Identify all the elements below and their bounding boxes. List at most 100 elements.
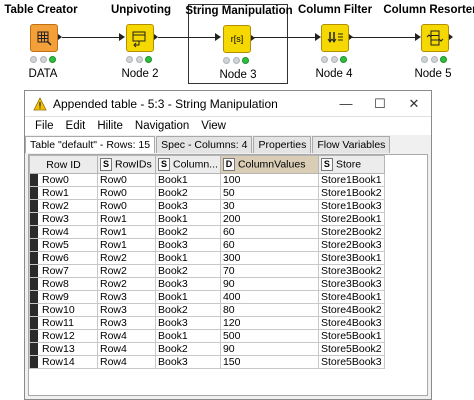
table-cell[interactable]: Row1	[97, 238, 156, 252]
close-button[interactable]: ✕	[397, 91, 431, 116]
table-cell[interactable]: Row0	[97, 199, 156, 213]
table-cell[interactable]: Store4Book3	[317, 316, 385, 330]
table-cell[interactable]: 60	[219, 225, 319, 239]
table-cell[interactable]: Store5Book3	[317, 355, 385, 369]
node-string-manipulation[interactable]: String Manipulation r[s] Node 3	[185, 4, 293, 84]
table-row[interactable]: Row11 Row3 Book3 120 Store4Book3	[29, 316, 385, 330]
node-column-resorter[interactable]: Column Resorter Node 5	[383, 0, 474, 86]
table-cell[interactable]: Book3	[155, 238, 221, 252]
column-header-column[interactable]: S Column...	[155, 155, 221, 174]
table-cell[interactable]: 400	[219, 290, 319, 304]
row-id-cell[interactable]: Row12	[29, 329, 98, 343]
column-filter-icon[interactable]	[321, 24, 349, 52]
table-cell[interactable]: Row2	[97, 264, 156, 278]
node-table-creator[interactable]: Table Creator DATA	[0, 0, 82, 86]
table-cell[interactable]: Book2	[155, 264, 221, 278]
node-label[interactable]: DATA	[29, 68, 58, 80]
table-cell[interactable]: 50	[219, 186, 319, 200]
table-cell[interactable]: Book2	[155, 342, 221, 356]
table-cell[interactable]: Book1	[155, 173, 221, 187]
table-cell[interactable]: 120	[219, 316, 319, 330]
table-cell[interactable]: Row1	[97, 225, 156, 239]
table-cell[interactable]: Book2	[155, 225, 221, 239]
node-label[interactable]: Node 2	[121, 68, 158, 80]
table-cell[interactable]: 30	[219, 199, 319, 213]
node-label[interactable]: Node 5	[414, 68, 451, 80]
table-cell[interactable]: Book2	[155, 186, 221, 200]
table-cell[interactable]: 90	[219, 277, 319, 291]
table-cell[interactable]: 150	[219, 355, 319, 369]
unpivot-icon[interactable]	[126, 24, 154, 52]
table-row[interactable]: Row0 Row0 Book1 100 Store1Book1	[29, 173, 385, 187]
table-row[interactable]: Row4 Row1 Book2 60 Store2Book2	[29, 225, 385, 239]
column-header-store[interactable]: S Store	[317, 155, 385, 174]
table-cell[interactable]: Book1	[155, 329, 221, 343]
table-row[interactable]: Row7 Row2 Book2 70 Store3Book2	[29, 264, 385, 278]
row-id-cell[interactable]: Row1	[29, 186, 98, 200]
column-header-columnvalues[interactable]: D ColumnValues	[219, 155, 319, 174]
table-cell[interactable]: Row4	[97, 342, 156, 356]
row-id-cell[interactable]: Row14	[29, 355, 98, 369]
table-cell[interactable]: Store2Book1	[317, 212, 385, 226]
menu-hilite[interactable]: Hilite	[91, 120, 129, 132]
table-row[interactable]: Row9 Row3 Book1 400 Store4Book1	[29, 290, 385, 304]
table-cell[interactable]: Store3Book3	[317, 277, 385, 291]
table-row[interactable]: Row3 Row1 Book1 200 Store2Book1	[29, 212, 385, 226]
table-cell[interactable]: Store3Book1	[317, 251, 385, 265]
row-id-cell[interactable]: Row10	[29, 303, 98, 317]
tab-properties[interactable]: Properties	[253, 136, 312, 153]
node-unpivoting[interactable]: Unpivoting Node 2	[100, 0, 182, 86]
node-label[interactable]: Node 4	[315, 68, 352, 80]
minimize-button[interactable]: —	[329, 91, 363, 116]
row-id-cell[interactable]: Row0	[29, 173, 98, 187]
window-titlebar[interactable]: Appended table - 5:3 - String Manipulati…	[25, 91, 431, 117]
tab-table-default[interactable]: Table "default" - Rows: 15	[25, 136, 156, 153]
menu-view[interactable]: View	[195, 120, 232, 132]
row-id-cell[interactable]: Row13	[29, 342, 98, 356]
menu-navigation[interactable]: Navigation	[129, 120, 195, 132]
table-cell[interactable]: Row3	[97, 316, 156, 330]
table-cell[interactable]: 200	[219, 212, 319, 226]
menu-edit[interactable]: Edit	[60, 120, 92, 132]
table-cell[interactable]: Row2	[97, 251, 156, 265]
table-cell[interactable]: Store1Book2	[317, 186, 385, 200]
table-cell[interactable]: Row3	[97, 290, 156, 304]
table-row[interactable]: Row10 Row3 Book2 80 Store4Book2	[29, 303, 385, 317]
table-cell[interactable]: Store5Book2	[317, 342, 385, 356]
row-id-cell[interactable]: Row11	[29, 316, 98, 330]
table-cell[interactable]: 500	[219, 329, 319, 343]
column-resorter-icon[interactable]	[421, 24, 449, 52]
table-row[interactable]: Row12 Row4 Book1 500 Store5Book1	[29, 329, 385, 343]
table-row[interactable]: Row1 Row0 Book2 50 Store1Book2	[29, 186, 385, 200]
table-cell[interactable]: Row3	[97, 303, 156, 317]
workflow-canvas[interactable]: Table Creator DATA Unpivoting Node 2 Str…	[0, 0, 474, 86]
table-row[interactable]: Row8 Row2 Book3 90 Store3Book3	[29, 277, 385, 291]
table-cell[interactable]: 100	[219, 173, 319, 187]
table-cell[interactable]: Book3	[155, 355, 221, 369]
table-cell[interactable]: Row1	[97, 212, 156, 226]
table-cell[interactable]: Book3	[155, 277, 221, 291]
table-cell[interactable]: Row4	[97, 329, 156, 343]
column-header-rowid[interactable]: Row ID	[29, 155, 98, 174]
row-id-cell[interactable]: Row9	[29, 290, 98, 304]
tab-spec[interactable]: Spec - Columns: 4	[156, 136, 253, 153]
table-row[interactable]: Row13 Row4 Book2 90 Store5Book2	[29, 342, 385, 356]
table-cell[interactable]: Store1Book3	[317, 199, 385, 213]
table-row[interactable]: Row5 Row1 Book3 60 Store2Book3	[29, 238, 385, 252]
table-cell[interactable]: Row4	[97, 355, 156, 369]
output-port-icon[interactable]	[251, 35, 255, 41]
table-cell[interactable]: Store5Book1	[317, 329, 385, 343]
row-id-cell[interactable]: Row6	[29, 251, 98, 265]
tab-flow-variables[interactable]: Flow Variables	[312, 136, 391, 153]
menu-file[interactable]: File	[29, 120, 60, 132]
table-row[interactable]: Row14 Row4 Book3 150 Store5Book3	[29, 355, 385, 369]
row-id-cell[interactable]: Row3	[29, 212, 98, 226]
output-port-icon[interactable]	[449, 34, 453, 40]
table-cell[interactable]: Book3	[155, 199, 221, 213]
string-manipulation-icon[interactable]: r[s]	[223, 25, 251, 53]
table-cell[interactable]: Store2Book2	[317, 225, 385, 239]
table-cell[interactable]: Store4Book2	[317, 303, 385, 317]
table-cell[interactable]: Book1	[155, 212, 221, 226]
table-cell[interactable]: 60	[219, 238, 319, 252]
table-cell[interactable]: 70	[219, 264, 319, 278]
